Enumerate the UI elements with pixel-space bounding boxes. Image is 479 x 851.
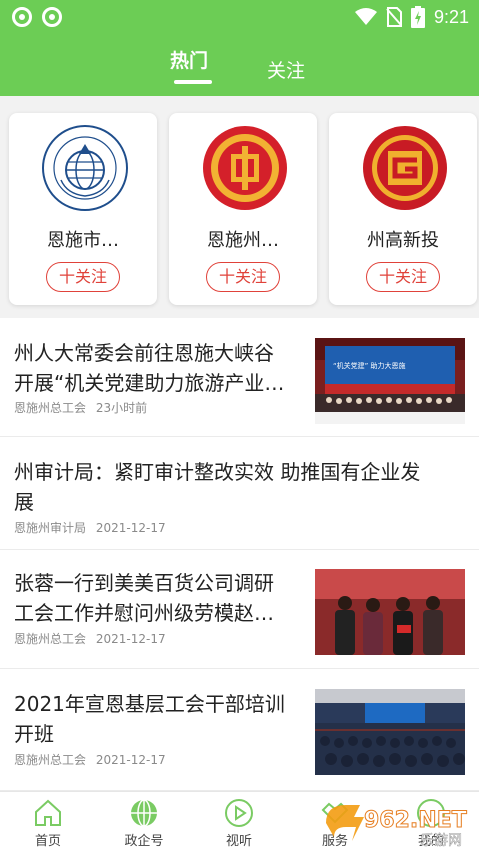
trade-union-logo	[203, 126, 287, 210]
news-item[interactable]: 州审计局：紧盯审计整改实效 助推国有企业发 展 恩施州审计局 2021-12-1…	[0, 437, 479, 550]
nav-gov-enterprise[interactable]: 政企号	[104, 792, 184, 851]
nav-video[interactable]: 视听	[199, 792, 279, 851]
account-card[interactable]: 恩施州… 十关注	[169, 113, 317, 305]
hitech-investment-logo	[363, 126, 447, 210]
follow-button[interactable]: 十关注	[366, 262, 440, 292]
news-time: 2021-12-17	[95, 753, 166, 767]
top-tabs: 热门 关注	[0, 46, 479, 86]
account-card[interactable]: 州高新投 十关注	[329, 113, 477, 305]
news-item[interactable]: 张蓉一行到美美百货公司调研 工会工作并慰问州级劳模赵… 恩施州总工会 2021-…	[0, 550, 479, 669]
site-watermark: 962.NET 乐游网	[326, 805, 467, 849]
news-source: 恩施州总工会	[14, 632, 87, 646]
nav-label: 视听	[225, 834, 252, 849]
svg-text:“机关党建” 助力大恩施: “机关党建” 助力大恩施	[333, 361, 405, 370]
news-meta: 恩施州总工会 2021-12-17	[14, 751, 166, 768]
status-time: 9:21	[433, 6, 469, 27]
nav-home[interactable]: 首页	[8, 792, 88, 851]
tab-hot[interactable]: 热门	[170, 46, 208, 73]
news-thumbnail: “机关党建” 助力大恩施	[315, 338, 465, 424]
news-time: 23小时前	[95, 401, 148, 415]
follow-button[interactable]: 十关注	[206, 262, 280, 292]
news-title: 州审计局：紧盯审计整改实效 助推国有企业发 展	[14, 460, 421, 514]
news-meta: 恩施州总工会 2021-12-17	[14, 630, 166, 647]
app-header: 9:21 热门 关注	[0, 0, 479, 96]
svg-text:乐游网: 乐游网	[420, 833, 462, 849]
news-meta: 恩施州总工会 23小时前	[14, 399, 147, 416]
active-tab-indicator	[174, 80, 212, 84]
account-name: 恩施市…	[47, 230, 119, 251]
tab-follow[interactable]: 关注	[267, 56, 305, 83]
news-thumbnail	[315, 689, 465, 775]
notification-app-icon	[42, 7, 62, 27]
news-title: 张蓉一行到美美百货公司调研 工会工作并慰问州级劳模赵…	[14, 571, 274, 625]
play-icon	[225, 799, 253, 827]
news-source: 恩施州总工会	[14, 753, 87, 767]
status-bar: 9:21	[0, 0, 479, 34]
globe-icon	[131, 799, 157, 827]
recommended-accounts: 恩施市… 十关注 恩施州… 十关注 州高新投 十关注	[0, 96, 479, 318]
nav-label: 首页	[34, 834, 61, 849]
svg-text:962.NET: 962.NET	[364, 808, 467, 833]
science-association-logo	[42, 125, 128, 211]
news-time: 2021-12-17	[95, 632, 166, 646]
wifi-icon	[354, 8, 377, 25]
account-name: 恩施州…	[207, 230, 279, 251]
news-title: 2021年宣恩基层工会干部培训 开班	[14, 692, 285, 746]
news-thumbnail	[315, 569, 465, 655]
account-name: 州高新投	[367, 230, 439, 251]
notification-app-icon	[12, 7, 32, 27]
home-icon	[35, 799, 61, 826]
follow-button[interactable]: 十关注	[46, 262, 120, 292]
news-item[interactable]: 州人大常委会前往恩施大峡谷 开展“机关党建助力旅游产业… 恩施州总工会 23小时…	[0, 318, 479, 437]
battery-charging-icon	[410, 6, 425, 28]
account-card[interactable]: 恩施市… 十关注	[9, 113, 157, 305]
news-source: 恩施州总工会	[14, 401, 87, 415]
news-item[interactable]: 2021年宣恩基层工会干部培训 开班 恩施州总工会 2021-12-17	[0, 669, 479, 791]
news-meta: 恩施州审计局 2021-12-17	[14, 519, 166, 536]
news-title: 州人大常委会前往恩施大峡谷 开展“机关党建助力旅游产业…	[14, 341, 285, 395]
no-sim-icon	[386, 7, 402, 27]
news-time: 2021-12-17	[95, 521, 166, 535]
news-source: 恩施州审计局	[14, 521, 87, 535]
nav-label: 政企号	[124, 834, 164, 849]
